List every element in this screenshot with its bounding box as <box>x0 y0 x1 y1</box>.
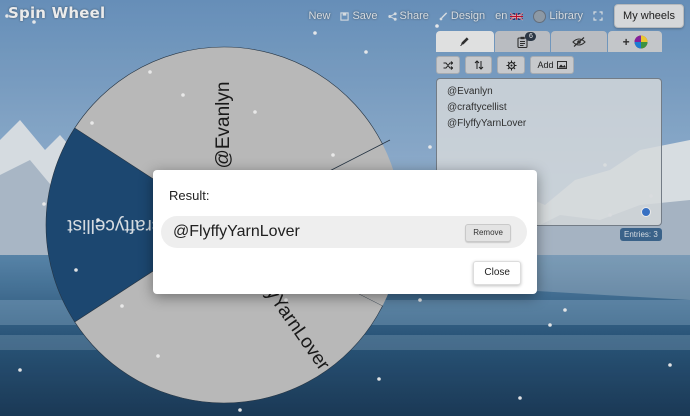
remove-button[interactable]: Remove <box>465 224 511 242</box>
close-button[interactable]: Close <box>473 261 521 285</box>
result-dialog: Result: @FlyffyYarnLover Remove Close <box>153 170 537 294</box>
result-name: @FlyffyYarnLover <box>173 223 300 240</box>
dialog-title: Result: <box>169 188 210 203</box>
result-row: @FlyffyYarnLover Remove <box>161 216 527 248</box>
